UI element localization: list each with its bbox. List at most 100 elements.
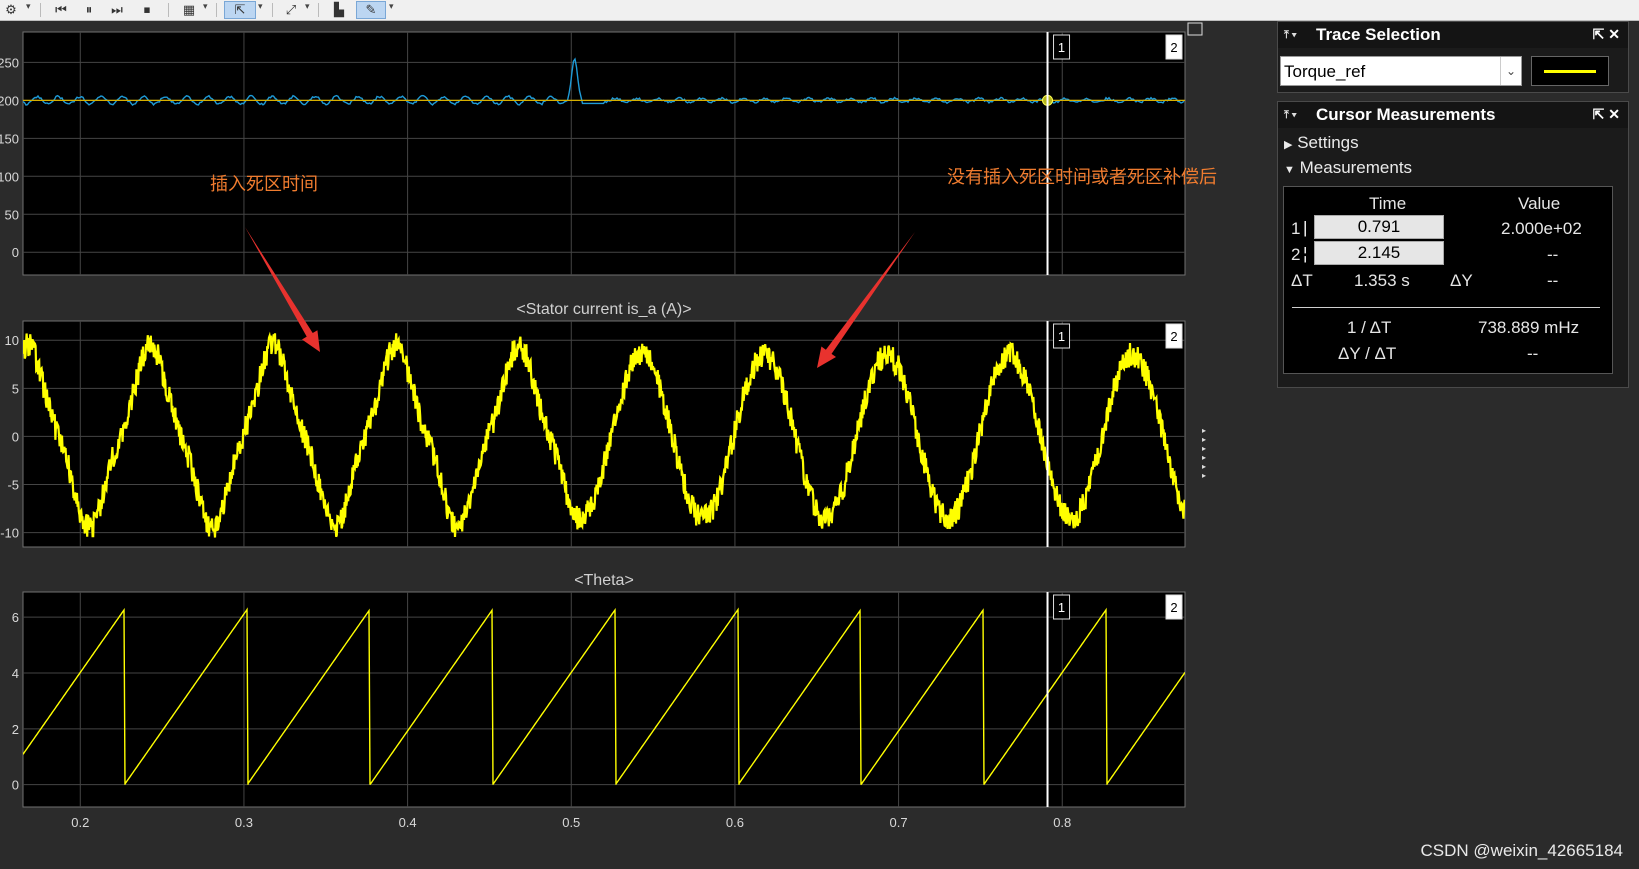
cursor2-dashed-line-icon: ¦ bbox=[1303, 244, 1307, 264]
toolbar-divider bbox=[168, 3, 169, 17]
toolbar-divider bbox=[318, 3, 319, 17]
y-tick-label: 5 bbox=[12, 381, 19, 396]
y-tick-label: 100 bbox=[0, 169, 19, 184]
y-tick-label: 6 bbox=[12, 610, 19, 625]
cursor-1-label: 1 bbox=[1058, 600, 1065, 615]
y-tick-label: 50 bbox=[5, 207, 19, 222]
y-tick-label: 0 bbox=[12, 778, 19, 793]
cursor-measurements-panel: ⤒ ▾ Cursor Measurements ⇱ ✕ ▶ Settings ▼… bbox=[1277, 101, 1629, 388]
annotation-left: 插入死区时间 bbox=[210, 174, 318, 195]
delta-y-label: ΔY bbox=[1450, 271, 1473, 291]
triangle-right-icon: ▶ bbox=[1284, 139, 1292, 151]
cursor-2-label: 2 bbox=[1170, 40, 1177, 55]
chevron-down-icon[interactable]: ⌄ bbox=[1500, 57, 1521, 85]
delta-t-label: ΔT bbox=[1291, 271, 1313, 291]
undock-close-icons[interactable]: ⇱ ✕ bbox=[1593, 26, 1620, 43]
chevron-down-icon[interactable]: ▾ bbox=[203, 2, 208, 12]
triangle-down-icon: ▼ bbox=[1284, 164, 1295, 176]
x-tick-label: 0.4 bbox=[399, 815, 417, 830]
pin-icon[interactable]: ⤒ ▾ bbox=[1278, 109, 1316, 122]
cursor1-line-icon: | bbox=[1303, 218, 1307, 238]
chevron-down-icon[interactable]: ▾ bbox=[305, 2, 310, 12]
cursor-1-label: 1 bbox=[1058, 40, 1065, 55]
measurements-label: Measurements bbox=[1300, 158, 1412, 177]
pause-icon[interactable]: ⏸ bbox=[78, 1, 100, 19]
zoom-icon[interactable]: ⤢ bbox=[280, 1, 302, 19]
cursor-icon[interactable]: ⇱ bbox=[224, 1, 256, 19]
delta-t-value: 1.353 s bbox=[1354, 271, 1410, 291]
cursor1-value: 2.000e+02 bbox=[1501, 219, 1582, 239]
toolbar-divider bbox=[40, 3, 41, 17]
maximize-icon bbox=[1188, 23, 1202, 35]
x-tick-label: 0.3 bbox=[235, 815, 253, 830]
chevron-down-icon[interactable]: ▾ bbox=[389, 2, 394, 12]
axes-title: <Stator current is_a (A)> bbox=[516, 301, 691, 318]
slope-label: ΔY / ΔT bbox=[1338, 344, 1396, 364]
trace-color-swatch[interactable] bbox=[1531, 56, 1609, 86]
cursor-measurements-title: Cursor Measurements bbox=[1316, 105, 1496, 125]
y-tick-label: 0 bbox=[12, 429, 19, 444]
axes-title: <Theta> bbox=[574, 572, 634, 589]
trace-selection-header: ⤒ ▾ Trace Selection ⇱ ✕ bbox=[1278, 22, 1628, 48]
y-tick-label: 4 bbox=[12, 666, 19, 681]
plot-area bbox=[23, 32, 1185, 275]
expand-panel-icon[interactable]: ▸ ▸ ▸ ▸ ▸ ▸ bbox=[1202, 426, 1206, 480]
measurements-section-toggle[interactable]: ▼ Measurements bbox=[1284, 158, 1412, 178]
trace-selection-panel: ⤒ ▾ Trace Selection ⇱ ✕ Torque_ref ⌄ bbox=[1277, 21, 1629, 93]
y-tick-label: 150 bbox=[0, 131, 19, 146]
cursor-2-label: 2 bbox=[1170, 600, 1177, 615]
cursor-measurements-header: ⤒ ▾ Cursor Measurements ⇱ ✕ bbox=[1278, 102, 1628, 128]
x-tick-label: 0.6 bbox=[726, 815, 744, 830]
y-tick-label: 0 bbox=[12, 245, 19, 260]
settings-label: Settings bbox=[1297, 133, 1358, 152]
chevron-down-icon[interactable]: ▾ bbox=[258, 2, 263, 12]
toolbar-divider bbox=[272, 3, 273, 17]
x-tick-label: 0.8 bbox=[1053, 815, 1071, 830]
settings-section-toggle[interactable]: ▶ Settings bbox=[1284, 133, 1359, 153]
cursor2-label: 2 bbox=[1291, 245, 1300, 265]
scope-axes: 2502001501005001 21050-5-10<Stator curren… bbox=[0, 21, 1255, 869]
measurements-table: Time Value 1 | 0.791 2.000e+02 2 ¦ 2.145… bbox=[1283, 186, 1613, 374]
pin-icon[interactable]: ⤒ ▾ bbox=[1278, 29, 1316, 42]
gear-icon[interactable]: ⚙ bbox=[0, 1, 22, 19]
x-tick-label: 0.2 bbox=[71, 815, 89, 830]
cursor2-value: -- bbox=[1547, 245, 1558, 265]
y-tick-label: 200 bbox=[0, 93, 19, 108]
y-tick-label: 2 bbox=[12, 722, 19, 737]
plot-area bbox=[23, 592, 1185, 807]
y-tick-label: -5 bbox=[7, 477, 19, 492]
chevron-down-icon[interactable]: ▾ bbox=[26, 2, 31, 12]
stop-icon[interactable]: ⏹ bbox=[136, 1, 158, 19]
toolbar: ⚙ ▾ ⏮ ⏸ ⏭ ⏹ ▦ ▾ ⇱ ▾ ⤢ ▾ ▙ ✎ ▾ bbox=[0, 0, 1639, 21]
cursor1-label: 1 bbox=[1291, 219, 1300, 239]
undock-close-icons[interactable]: ⇱ ✕ bbox=[1593, 106, 1620, 123]
inverse-delta-t-label: 1 / ΔT bbox=[1347, 318, 1391, 338]
measure-icon[interactable]: ✎ bbox=[356, 1, 386, 19]
delta-y-value: -- bbox=[1547, 271, 1558, 291]
annotation-right: 没有插入死区时间或者死区补偿后 bbox=[947, 167, 1217, 188]
x-tick-label: 0.5 bbox=[562, 815, 580, 830]
trace-color-line bbox=[1544, 70, 1596, 73]
y-tick-label: -10 bbox=[0, 526, 19, 541]
cursor2-time-field[interactable]: 2.145 bbox=[1314, 241, 1444, 265]
scope-display: 250 200 150 100 50 0 1 2 10 5 0 -5 -10 <Stator curren… bbox=[0, 21, 1255, 869]
cursor-1-label: 1 bbox=[1058, 329, 1065, 344]
trace-selection-dropdown[interactable]: Torque_ref ⌄ bbox=[1280, 56, 1522, 86]
toolbar-divider bbox=[216, 3, 217, 17]
y-tick-label: 250 bbox=[0, 55, 19, 70]
value-column-header: Value bbox=[1518, 194, 1560, 214]
cursor1-time-field[interactable]: 0.791 bbox=[1314, 215, 1444, 239]
step-forward-icon[interactable]: ⏭ bbox=[106, 1, 128, 19]
x-tick-label: 0.7 bbox=[890, 815, 908, 830]
highlight-icon[interactable]: ▙ bbox=[328, 1, 350, 19]
trace-selection-title: Trace Selection bbox=[1316, 25, 1441, 45]
watermark: CSDN @weixin_42665184 bbox=[1421, 841, 1623, 861]
time-column-header: Time bbox=[1369, 194, 1406, 214]
slope-value: -- bbox=[1527, 344, 1538, 364]
trace-selection-value: Torque_ref bbox=[1284, 62, 1365, 82]
step-back-icon[interactable]: ⏮ bbox=[50, 1, 72, 19]
layout-icon[interactable]: ▦ bbox=[178, 1, 200, 19]
measurements-divider bbox=[1292, 307, 1600, 308]
cursor-2-label: 2 bbox=[1170, 329, 1177, 344]
y-tick-label: 10 bbox=[5, 333, 19, 348]
